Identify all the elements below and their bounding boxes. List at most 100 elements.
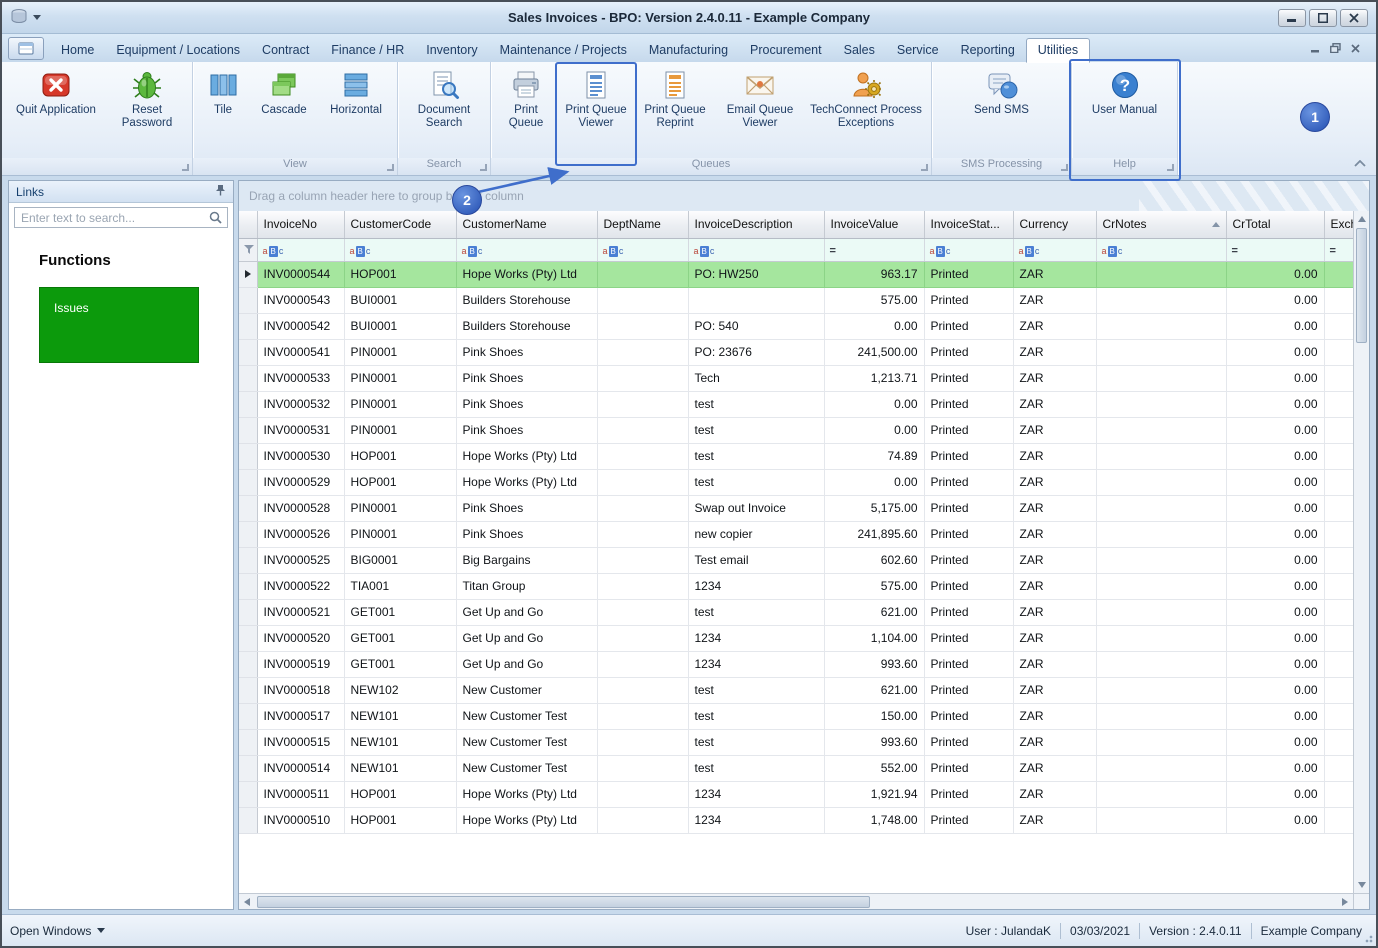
filter-cell-customer_code[interactable]: aBc xyxy=(344,238,457,262)
cell-invoice_no[interactable]: INV0000541 xyxy=(257,339,345,366)
invoice-row[interactable]: INV0000530 HOP001 Hope Works (Pty) Ltd test… xyxy=(239,443,1353,470)
cell-status[interactable]: Printed xyxy=(924,313,1014,340)
cell-currency[interactable]: ZAR xyxy=(1013,807,1097,834)
filter-cell-cr_notes[interactable]: aBc xyxy=(1096,238,1227,262)
column-header-value[interactable]: InvoiceValue xyxy=(824,211,925,239)
quit-application-button[interactable]: Quit Application xyxy=(8,66,104,158)
tab-utilities[interactable]: Utilities xyxy=(1025,38,1091,63)
cell-value[interactable]: 993.60 xyxy=(824,651,925,678)
cell-cr_total[interactable]: 0.00 xyxy=(1226,781,1325,808)
cell-value[interactable]: 241,500.00 xyxy=(824,339,925,366)
cell-dept_name[interactable] xyxy=(597,339,689,366)
cell-invoice_no[interactable]: INV0000517 xyxy=(257,703,345,730)
filter-cell-status[interactable]: aBc xyxy=(924,238,1014,262)
horizontal-scrollbar[interactable] xyxy=(239,894,1353,909)
cell-cr_notes[interactable] xyxy=(1096,287,1227,314)
cell-dept_name[interactable] xyxy=(597,521,689,548)
cell-customer_code[interactable]: BIG0001 xyxy=(344,547,457,574)
cell-currency[interactable]: ZAR xyxy=(1013,469,1097,496)
cell-dept_name[interactable] xyxy=(597,755,689,782)
cell-customer_code[interactable]: HOP001 xyxy=(344,781,457,808)
cell-value[interactable]: 241,895.60 xyxy=(824,521,925,548)
cell-dept_name[interactable] xyxy=(597,677,689,704)
cell-customer_code[interactable]: NEW102 xyxy=(344,677,457,704)
cell-customer_name[interactable]: Get Up and Go xyxy=(456,625,598,652)
cell-invoice_no[interactable]: INV0000528 xyxy=(257,495,345,522)
cell-customer_name[interactable]: Hope Works (Pty) Ltd xyxy=(456,469,598,496)
dialog-launcher-icon[interactable] xyxy=(480,164,487,171)
cell-currency[interactable]: ZAR xyxy=(1013,287,1097,314)
cell-invoice_no[interactable]: INV0000525 xyxy=(257,547,345,574)
cell-invoice_no[interactable]: INV0000544 xyxy=(257,261,345,288)
cell-value[interactable]: 1,748.00 xyxy=(824,807,925,834)
dialog-launcher-icon[interactable] xyxy=(1167,164,1174,171)
cell-cr_notes[interactable] xyxy=(1096,417,1227,444)
cell-customer_code[interactable]: NEW101 xyxy=(344,729,457,756)
cell-customer_code[interactable]: HOP001 xyxy=(344,807,457,834)
cell-value[interactable]: 575.00 xyxy=(824,287,925,314)
cell-dept_name[interactable] xyxy=(597,469,689,496)
cell-dept_name[interactable] xyxy=(597,313,689,340)
cell-customer_code[interactable]: BUI0001 xyxy=(344,287,457,314)
cell-exchange[interactable] xyxy=(1324,625,1353,652)
cell-exchange[interactable] xyxy=(1324,521,1353,548)
cell-currency[interactable]: ZAR xyxy=(1013,729,1097,756)
invoice-row[interactable]: INV0000528 PIN0001 Pink Shoes Swap out Invo… xyxy=(239,495,1353,522)
cell-currency[interactable]: ZAR xyxy=(1013,339,1097,366)
cell-dept_name[interactable] xyxy=(597,443,689,470)
cell-invoice_no[interactable]: INV0000519 xyxy=(257,651,345,678)
cell-invoice_no[interactable]: INV0000533 xyxy=(257,365,345,392)
cell-cr_total[interactable]: 0.00 xyxy=(1226,339,1325,366)
cell-description[interactable]: test xyxy=(688,755,825,782)
cell-customer_name[interactable]: Pink Shoes xyxy=(456,391,598,418)
column-header-customer_name[interactable]: CustomerName xyxy=(456,211,598,239)
column-header-dept_name[interactable]: DeptName xyxy=(597,211,689,239)
cell-customer_name[interactable]: Builders Storehouse xyxy=(456,313,598,340)
cell-description[interactable]: 1234 xyxy=(688,573,825,600)
cell-invoice_no[interactable]: INV0000511 xyxy=(257,781,345,808)
user-manual-button[interactable]: ? User Manual xyxy=(1081,66,1169,158)
cell-status[interactable]: Printed xyxy=(924,417,1014,444)
invoice-row[interactable]: INV0000519 GET001 Get Up and Go 1234 993.60 P… xyxy=(239,651,1353,678)
cell-dept_name[interactable] xyxy=(597,729,689,756)
cell-cr_notes[interactable] xyxy=(1096,573,1227,600)
cell-description[interactable]: PO: 540 xyxy=(688,313,825,340)
cell-customer_code[interactable]: GET001 xyxy=(344,599,457,626)
cell-description[interactable]: test xyxy=(688,391,825,418)
collapse-ribbon-icon[interactable] xyxy=(1354,156,1366,170)
dialog-launcher-icon[interactable] xyxy=(1061,164,1068,171)
tab-reporting[interactable]: Reporting xyxy=(950,39,1026,62)
cell-dept_name[interactable] xyxy=(597,261,689,288)
filter-cell-currency[interactable]: aBc xyxy=(1013,238,1097,262)
invoice-row[interactable]: INV0000520 GET001 Get Up and Go 1234 1,104.0… xyxy=(239,625,1353,652)
cell-cr_notes[interactable] xyxy=(1096,781,1227,808)
cell-value[interactable]: 0.00 xyxy=(824,417,925,444)
cell-exchange[interactable] xyxy=(1324,365,1353,392)
cell-currency[interactable]: ZAR xyxy=(1013,703,1097,730)
cell-description[interactable]: test xyxy=(688,677,825,704)
cell-customer_code[interactable]: HOP001 xyxy=(344,443,457,470)
cell-customer_name[interactable]: New Customer Test xyxy=(456,729,598,756)
application-menu-button[interactable] xyxy=(8,37,44,60)
app-icon[interactable] xyxy=(10,8,28,28)
cell-exchange[interactable] xyxy=(1324,339,1353,366)
cell-cr_notes[interactable] xyxy=(1096,755,1227,782)
print-queue-reprint-button[interactable]: Print Queue Reprint xyxy=(637,66,713,158)
cell-customer_code[interactable]: PIN0001 xyxy=(344,495,457,522)
cell-dept_name[interactable] xyxy=(597,781,689,808)
mdi-close-icon[interactable] xyxy=(1351,42,1360,56)
mdi-minimize-icon[interactable] xyxy=(1311,42,1320,56)
cell-description[interactable]: test xyxy=(688,729,825,756)
cell-currency[interactable]: ZAR xyxy=(1013,755,1097,782)
column-header-invoice_no[interactable]: InvoiceNo xyxy=(257,211,345,239)
cell-cr_notes[interactable] xyxy=(1096,313,1227,340)
cell-exchange[interactable] xyxy=(1324,313,1353,340)
cell-value[interactable]: 575.00 xyxy=(824,573,925,600)
cell-value[interactable]: 0.00 xyxy=(824,391,925,418)
send-sms-button[interactable]: Send SMS xyxy=(959,66,1045,158)
cell-exchange[interactable] xyxy=(1324,703,1353,730)
cell-currency[interactable]: ZAR xyxy=(1013,261,1097,288)
cell-description[interactable]: PO: HW250 xyxy=(688,261,825,288)
cell-cr_total[interactable]: 0.00 xyxy=(1226,651,1325,678)
cell-value[interactable]: 1,213.71 xyxy=(824,365,925,392)
